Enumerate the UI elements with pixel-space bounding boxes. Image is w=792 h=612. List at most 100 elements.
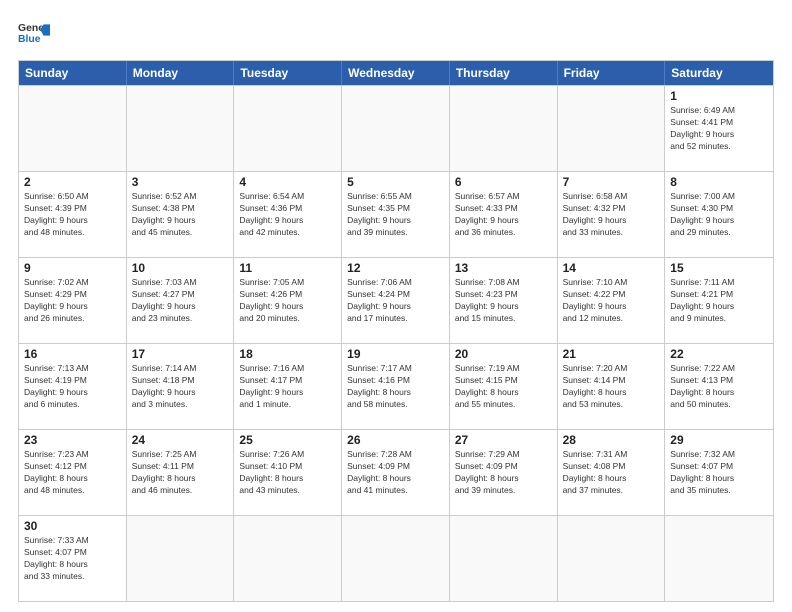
weekday-header-tuesday: Tuesday <box>234 61 342 85</box>
calendar-cell <box>127 516 235 601</box>
calendar-cell <box>342 516 450 601</box>
cell-sun-info: Sunrise: 7:13 AM Sunset: 4:19 PM Dayligh… <box>24 363 121 411</box>
calendar-cell: 18 Sunrise: 7:16 AM Sunset: 4:17 PM Dayli… <box>234 344 342 429</box>
calendar-row-5: 30 Sunrise: 7:33 AM Sunset: 4:07 PM Dayli… <box>19 515 773 601</box>
calendar-row-2: 9Sunrise: 7:02 AM Sunset: 4:29 PM Daylig… <box>19 257 773 343</box>
day-number: 1 <box>670 89 768 103</box>
cell-sun-info: Sunrise: 6:54 AM Sunset: 4:36 PM Dayligh… <box>239 191 336 239</box>
day-number: 11 <box>239 261 336 275</box>
calendar-cell <box>342 86 450 171</box>
generalblue-logo-icon: General Blue <box>18 18 50 50</box>
calendar-cell: 14 Sunrise: 7:10 AM Sunset: 4:22 PM Dayli… <box>558 258 666 343</box>
calendar-cell: 20 Sunrise: 7:19 AM Sunset: 4:15 PM Dayli… <box>450 344 558 429</box>
cell-sun-info: Sunrise: 7:02 AM Sunset: 4:29 PM Dayligh… <box>24 277 121 325</box>
calendar-cell: 27 Sunrise: 7:29 AM Sunset: 4:09 PM Dayli… <box>450 430 558 515</box>
day-number: 3 <box>132 175 229 189</box>
day-number: 6 <box>455 175 552 189</box>
calendar-cell: 17Sunrise: 7:14 AM Sunset: 4:18 PM Dayli… <box>127 344 235 429</box>
calendar-cell: 22Sunrise: 7:22 AM Sunset: 4:13 PM Dayli… <box>665 344 773 429</box>
weekday-header-friday: Friday <box>558 61 666 85</box>
calendar-cell <box>234 516 342 601</box>
day-number: 26 <box>347 433 444 447</box>
cell-sun-info: Sunrise: 7:25 AM Sunset: 4:11 PM Dayligh… <box>132 449 229 497</box>
weekday-header-thursday: Thursday <box>450 61 558 85</box>
day-number: 13 <box>455 261 552 275</box>
cell-sun-info: Sunrise: 6:49 AM Sunset: 4:41 PM Dayligh… <box>670 105 768 153</box>
cell-sun-info: Sunrise: 7:33 AM Sunset: 4:07 PM Dayligh… <box>24 535 121 583</box>
cell-sun-info: Sunrise: 7:17 AM Sunset: 4:16 PM Dayligh… <box>347 363 444 411</box>
calendar-cell: 4 Sunrise: 6:54 AM Sunset: 4:36 PM Daylig… <box>234 172 342 257</box>
calendar-cell <box>558 86 666 171</box>
day-number: 20 <box>455 347 552 361</box>
calendar-cell <box>450 516 558 601</box>
cell-sun-info: Sunrise: 7:20 AM Sunset: 4:14 PM Dayligh… <box>563 363 660 411</box>
calendar-row-1: 2Sunrise: 6:50 AM Sunset: 4:39 PM Daylig… <box>19 171 773 257</box>
cell-sun-info: Sunrise: 7:26 AM Sunset: 4:10 PM Dayligh… <box>239 449 336 497</box>
calendar-cell: 3Sunrise: 6:52 AM Sunset: 4:38 PM Daylig… <box>127 172 235 257</box>
cell-sun-info: Sunrise: 6:57 AM Sunset: 4:33 PM Dayligh… <box>455 191 552 239</box>
calendar-cell: 29 Sunrise: 7:32 AM Sunset: 4:07 PM Dayli… <box>665 430 773 515</box>
day-number: 29 <box>670 433 768 447</box>
calendar-cell: 28Sunrise: 7:31 AM Sunset: 4:08 PM Dayli… <box>558 430 666 515</box>
calendar-cell: 5 Sunrise: 6:55 AM Sunset: 4:35 PM Daylig… <box>342 172 450 257</box>
cell-sun-info: Sunrise: 7:29 AM Sunset: 4:09 PM Dayligh… <box>455 449 552 497</box>
calendar-cell: 9Sunrise: 7:02 AM Sunset: 4:29 PM Daylig… <box>19 258 127 343</box>
calendar: SundayMondayTuesdayWednesdayThursdayFrid… <box>18 60 774 602</box>
calendar-cell: 24 Sunrise: 7:25 AM Sunset: 4:11 PM Dayli… <box>127 430 235 515</box>
day-number: 8 <box>670 175 768 189</box>
day-number: 14 <box>563 261 660 275</box>
calendar-cell: 21Sunrise: 7:20 AM Sunset: 4:14 PM Dayli… <box>558 344 666 429</box>
day-number: 7 <box>563 175 660 189</box>
day-number: 2 <box>24 175 121 189</box>
day-number: 16 <box>24 347 121 361</box>
cell-sun-info: Sunrise: 6:55 AM Sunset: 4:35 PM Dayligh… <box>347 191 444 239</box>
svg-text:Blue: Blue <box>18 34 41 45</box>
calendar-cell: 2Sunrise: 6:50 AM Sunset: 4:39 PM Daylig… <box>19 172 127 257</box>
cell-sun-info: Sunrise: 7:32 AM Sunset: 4:07 PM Dayligh… <box>670 449 768 497</box>
calendar-row-4: 23Sunrise: 7:23 AM Sunset: 4:12 PM Dayli… <box>19 429 773 515</box>
cell-sun-info: Sunrise: 7:06 AM Sunset: 4:24 PM Dayligh… <box>347 277 444 325</box>
day-number: 27 <box>455 433 552 447</box>
cell-sun-info: Sunrise: 7:08 AM Sunset: 4:23 PM Dayligh… <box>455 277 552 325</box>
cell-sun-info: Sunrise: 7:19 AM Sunset: 4:15 PM Dayligh… <box>455 363 552 411</box>
cell-sun-info: Sunrise: 7:23 AM Sunset: 4:12 PM Dayligh… <box>24 449 121 497</box>
cell-sun-info: Sunrise: 7:10 AM Sunset: 4:22 PM Dayligh… <box>563 277 660 325</box>
calendar-cell <box>234 86 342 171</box>
calendar-cell: 10 Sunrise: 7:03 AM Sunset: 4:27 PM Dayli… <box>127 258 235 343</box>
day-number: 17 <box>132 347 229 361</box>
day-number: 18 <box>239 347 336 361</box>
calendar-cell <box>665 516 773 601</box>
day-number: 22 <box>670 347 768 361</box>
cell-sun-info: Sunrise: 7:16 AM Sunset: 4:17 PM Dayligh… <box>239 363 336 411</box>
weekday-header-saturday: Saturday <box>665 61 773 85</box>
logo: General Blue <box>18 18 50 50</box>
calendar-cell: 11Sunrise: 7:05 AM Sunset: 4:26 PM Dayli… <box>234 258 342 343</box>
calendar-cell: 26 Sunrise: 7:28 AM Sunset: 4:09 PM Dayli… <box>342 430 450 515</box>
calendar-cell: 12 Sunrise: 7:06 AM Sunset: 4:24 PM Dayli… <box>342 258 450 343</box>
weekday-header-sunday: Sunday <box>19 61 127 85</box>
day-number: 12 <box>347 261 444 275</box>
day-number: 4 <box>239 175 336 189</box>
header: General Blue <box>18 18 774 50</box>
calendar-cell: 15 Sunrise: 7:11 AM Sunset: 4:21 PM Dayli… <box>665 258 773 343</box>
cell-sun-info: Sunrise: 6:58 AM Sunset: 4:32 PM Dayligh… <box>563 191 660 239</box>
day-number: 10 <box>132 261 229 275</box>
cell-sun-info: Sunrise: 7:28 AM Sunset: 4:09 PM Dayligh… <box>347 449 444 497</box>
day-number: 24 <box>132 433 229 447</box>
calendar-body: 1 Sunrise: 6:49 AM Sunset: 4:41 PM Daylig… <box>19 85 773 601</box>
calendar-header: SundayMondayTuesdayWednesdayThursdayFrid… <box>19 61 773 85</box>
cell-sun-info: Sunrise: 7:31 AM Sunset: 4:08 PM Dayligh… <box>563 449 660 497</box>
cell-sun-info: Sunrise: 7:11 AM Sunset: 4:21 PM Dayligh… <box>670 277 768 325</box>
calendar-cell: 16 Sunrise: 7:13 AM Sunset: 4:19 PM Dayli… <box>19 344 127 429</box>
day-number: 15 <box>670 261 768 275</box>
cell-sun-info: Sunrise: 7:03 AM Sunset: 4:27 PM Dayligh… <box>132 277 229 325</box>
day-number: 5 <box>347 175 444 189</box>
calendar-cell: 6 Sunrise: 6:57 AM Sunset: 4:33 PM Daylig… <box>450 172 558 257</box>
calendar-cell <box>558 516 666 601</box>
calendar-cell: 30 Sunrise: 7:33 AM Sunset: 4:07 PM Dayli… <box>19 516 127 601</box>
calendar-cell <box>127 86 235 171</box>
calendar-cell: 25Sunrise: 7:26 AM Sunset: 4:10 PM Dayli… <box>234 430 342 515</box>
day-number: 30 <box>24 519 121 533</box>
calendar-cell: 1 Sunrise: 6:49 AM Sunset: 4:41 PM Daylig… <box>665 86 773 171</box>
calendar-row-3: 16 Sunrise: 7:13 AM Sunset: 4:19 PM Dayli… <box>19 343 773 429</box>
